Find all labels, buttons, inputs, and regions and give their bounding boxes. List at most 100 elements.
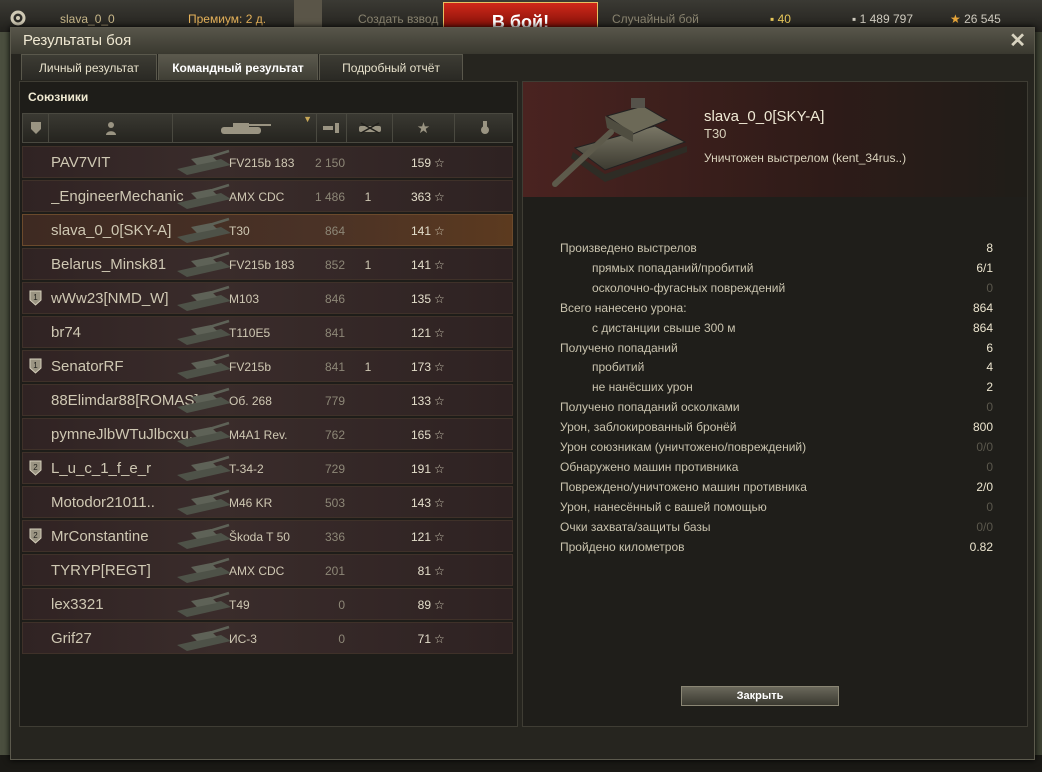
table-row[interactable]: _EngineerMechanic_ AMX CDC 1 486 1 363 ☆ (22, 180, 513, 212)
table-row[interactable]: 1 wWw23[NMD_W] M103 846 135 ☆ (22, 282, 513, 314)
row-tank-icon (177, 319, 231, 345)
row-xp: 133 (410, 394, 431, 408)
row-tank-icon (177, 285, 231, 311)
xp-column-icon[interactable]: ★ (393, 114, 455, 142)
row-damage: 841 (324, 360, 345, 374)
stat-value: 864 (972, 300, 993, 315)
platoon-icon: 2 (29, 460, 42, 476)
kills-column-icon[interactable] (347, 114, 393, 142)
stat-row: Получено попаданий осколками 0 (560, 398, 993, 417)
stat-label: осколочно-фугасных повреждений (592, 280, 786, 295)
stat-row: Получено попаданий 6 (560, 339, 993, 358)
star-icon: ☆ (434, 428, 445, 442)
gold-icon: ▪ (770, 12, 775, 26)
stat-row: Пройдено километров 0.82 (560, 538, 993, 557)
platoon-number: 1 (33, 361, 38, 370)
table-row[interactable]: Grif27 ИС-3 0 71 ☆ (22, 622, 513, 654)
damage-column-icon[interactable] (317, 114, 347, 142)
row-damage: 729 (324, 462, 345, 476)
battle-button[interactable]: В бой! (443, 2, 598, 30)
close-button[interactable]: Закрыть (681, 686, 839, 706)
stat-label: прямых попаданий/пробитий (592, 260, 754, 275)
tab-personal-result[interactable]: Личный результат (21, 54, 157, 80)
platoon-number: 1 (33, 293, 38, 302)
star-icon: ☆ (434, 224, 445, 238)
row-tank-icon (177, 353, 231, 379)
player-vehicle: T30 (704, 126, 727, 141)
row-damage: 841 (324, 326, 345, 340)
player-name: slava_0_0[SKY-A] (704, 108, 825, 125)
row-vehicle-name: M46 KR (229, 496, 273, 510)
table-row[interactable]: 2 MrConstantine Škoda T 50 336 121 ☆ (22, 520, 513, 552)
row-tank-icon (177, 489, 231, 515)
platoon-icon: 1 (29, 290, 42, 306)
player-column-icon[interactable] (49, 114, 173, 142)
shop-icon[interactable] (294, 0, 322, 30)
stat-value: 864 (972, 320, 993, 335)
row-kills: 1 (364, 360, 372, 374)
row-xp: 81 (417, 564, 431, 578)
star-icon: ★ (416, 120, 431, 137)
stat-row: пробитий 4 (560, 358, 993, 377)
player-detail-panel: slava_0_0[SKY-A] T30 Уничтожен выстрелом… (522, 81, 1028, 727)
row-vehicle-name: ИС-3 (229, 632, 257, 646)
table-row[interactable]: 88Elimdar88[ROMAS] Об. 268 779 133 ☆ (22, 384, 513, 416)
window-titlebar[interactable]: Результаты боя ✕ (11, 28, 1034, 54)
stat-label: Урон, заблокированный бронёй (560, 420, 737, 435)
row-tank-icon (177, 455, 231, 481)
table-row[interactable]: Belarus_Minsk81 FV215b 183 852 1 141 ☆ (22, 248, 513, 280)
row-damage: 201 (324, 564, 345, 578)
table-row[interactable]: 2 L_u_c_1_f_e_r T-34-2 729 191 ☆ (22, 452, 513, 484)
table-row[interactable]: lex3321 T49 0 89 ☆ (22, 588, 513, 620)
star-icon: ☆ (434, 632, 445, 646)
stat-value: 6/1 (976, 260, 993, 275)
battle-results-window: Результаты боя ✕ Личный результат Команд… (10, 27, 1035, 760)
table-row[interactable]: br74 T110E5 841 121 ☆ (22, 316, 513, 348)
star-icon: ☆ (434, 360, 445, 374)
window-title: Результаты боя (23, 32, 132, 49)
stat-label: Урон союзникам (уничтожено/повреждений) (560, 440, 807, 454)
row-damage: 846 (324, 292, 345, 306)
platoon-column-icon[interactable] (23, 114, 49, 142)
hangar-background-right (1034, 32, 1042, 772)
close-icon[interactable]: ✕ (1009, 28, 1026, 53)
row-xp: 141 (410, 224, 431, 238)
row-xp: 121 (410, 326, 431, 340)
stat-row: прямых попаданий/пробитий 6/1 (560, 259, 993, 278)
stat-label: не нанёсших урон (592, 380, 693, 395)
row-tank-icon (177, 421, 231, 447)
stat-row: Урон союзникам (уничтожено/повреждений) 0… (560, 438, 993, 457)
table-row[interactable]: Motodor21011.. M46 KR 503 143 ☆ (22, 486, 513, 518)
row-vehicle-name: FV215b 183 (229, 258, 295, 272)
tab-team-result[interactable]: Командный результат (158, 54, 318, 80)
row-tank-icon (177, 625, 231, 651)
stat-value: 0.82 (969, 539, 993, 554)
row-vehicle-name: M103 (229, 292, 260, 306)
table-row[interactable]: 1 SenatorRF FV215b 841 1 173 ☆ (22, 350, 513, 382)
achievements-column-icon[interactable] (455, 114, 514, 142)
row-vehicle-name: AMX CDC (229, 564, 285, 578)
table-row[interactable]: pymneJlbWTuJlbcxu.. M4A1 Rev. 762 165 ☆ (22, 418, 513, 450)
table-row[interactable]: PAV7VIT FV215b 183 2 150 159 ☆ (22, 146, 513, 178)
stat-value: 8 (986, 241, 993, 255)
row-damage: 762 (324, 428, 345, 442)
table-row[interactable]: TYRYP[REGT] AMX CDC 201 81 ☆ (22, 554, 513, 586)
stat-label: Урон, нанесённый с вашей помощью (560, 499, 767, 514)
star-icon: ☆ (434, 156, 445, 170)
vehicle-column-icon[interactable]: ▼ (173, 114, 317, 142)
star-icon: ☆ (434, 598, 445, 612)
table-row[interactable]: slava_0_0[SKY-A] T30 864 141 ☆ (22, 214, 513, 246)
row-tank-icon (177, 387, 231, 413)
stat-row: Урон, нанесённый с вашей помощью 0 (560, 498, 993, 517)
stat-label: Получено попаданий осколками (560, 400, 740, 415)
star-icon: ☆ (434, 190, 445, 204)
stat-value: 0/0 (976, 440, 993, 454)
tab-detailed-report[interactable]: Подробный отчёт (319, 54, 463, 80)
row-tank-icon (177, 591, 231, 617)
row-vehicle-name: Об. 268 (229, 394, 272, 408)
row-damage: 503 (324, 496, 345, 510)
xp-star-icon: ★ (950, 12, 961, 26)
stat-row: осколочно-фугасных повреждений 0 (560, 279, 993, 298)
row-xp: 143 (410, 496, 431, 510)
platoon-icon: 2 (29, 528, 42, 544)
